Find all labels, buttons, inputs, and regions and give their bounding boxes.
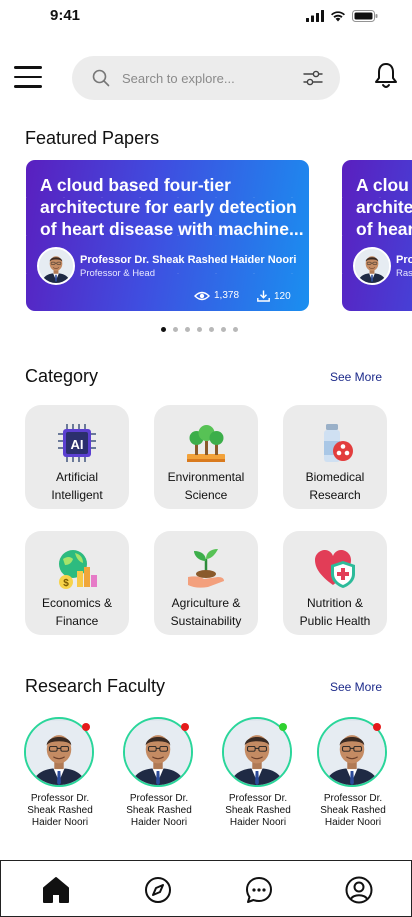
downloads-stat: 120 [257, 290, 291, 302]
faculty-member[interactable]: Professor Dr. Sheak Rashed Haider Noori [222, 717, 294, 829]
status-icons [306, 10, 378, 22]
author-avatar [353, 247, 391, 285]
eye-icon [194, 291, 210, 300]
pagination-dot[interactable] [221, 327, 226, 332]
paper-author-role: Professor & Head [80, 268, 155, 279]
category-economics-finance[interactable]: $ Economics & Finance [25, 531, 129, 635]
author-avatar [37, 247, 75, 285]
pagination-dot[interactable] [197, 327, 202, 332]
category-label: Agriculture & Sustainability [170, 596, 242, 628]
faculty-name: Professor Dr. Sheak Rashed Haider Noori [27, 793, 93, 828]
pagination-dot[interactable] [209, 327, 214, 332]
filter-icon[interactable] [302, 68, 324, 88]
faculty-member[interactable]: Professor Dr. Sheak Rashed Haider Noori [123, 717, 195, 829]
status-indicator [82, 723, 90, 731]
status-indicator [373, 723, 381, 731]
faculty-name: Professor Dr. Sheak Rashed Haider Noori [225, 793, 291, 828]
research-faculty-title: Research Faculty [25, 676, 166, 696]
category-label: Artificial Intelligent [51, 470, 103, 502]
category-label: Nutrition & Public Health [299, 596, 371, 628]
bottom-navigation [0, 860, 412, 917]
views-count: 1,378 [214, 290, 240, 301]
battery-icon [352, 10, 378, 22]
trees-icon [187, 425, 225, 462]
faculty-see-more-link[interactable]: See More [330, 680, 382, 694]
views-stat: 1,378 [194, 290, 239, 301]
download-icon [257, 290, 270, 302]
paper-author: Prof [396, 254, 412, 266]
header [0, 56, 412, 100]
status-bar: 9:41 [0, 0, 412, 34]
menu-icon [14, 66, 42, 69]
wifi-icon [331, 11, 345, 22]
biomedical-bottle-icon [324, 424, 353, 462]
category-label: Biomedical Research [305, 470, 365, 502]
svg-text:AI: AI [71, 437, 84, 452]
search-icon [92, 69, 110, 87]
downloads-count: 120 [274, 290, 291, 302]
status-time: 9:41 [50, 7, 81, 24]
category-biomedical-research[interactable]: Biomedical Research [283, 405, 387, 509]
svg-text:$: $ [63, 578, 69, 589]
category-environmental-science[interactable]: Environmental Science [154, 405, 258, 509]
category-label: Economics & Finance [41, 596, 113, 628]
notification-bell-icon[interactable] [374, 62, 398, 90]
category-artificial-intelligent[interactable]: AI Artificial Intelligent [25, 405, 129, 509]
faculty-member[interactable]: Professor Dr. Sheak Rashed Haider Noori [317, 717, 389, 829]
featured-carousel[interactable]: A cloud based four-tier architecture for… [26, 160, 412, 311]
faculty-member[interactable]: Professor Dr. Sheak Rashed Haider Noori [24, 717, 96, 829]
chat-icon[interactable] [244, 875, 274, 905]
carousel-pagination [161, 327, 238, 332]
pagination-dot[interactable] [185, 327, 190, 332]
featured-paper-card[interactable]: A cloud based four-tier architecture for… [26, 160, 309, 311]
search-bar[interactable] [72, 56, 340, 100]
category-see-more-link[interactable]: See More [330, 370, 382, 384]
status-indicator [279, 723, 287, 731]
profile-icon[interactable] [344, 875, 374, 905]
pagination-dot[interactable] [233, 327, 238, 332]
search-input[interactable] [122, 67, 292, 89]
globe-money-icon: $ [59, 550, 97, 589]
paper-author: Professor Dr. Sheak Rashed Haider Noori [80, 254, 297, 266]
plant-hand-icon [188, 549, 224, 588]
featured-papers-title: Featured Papers [25, 128, 160, 148]
compass-icon[interactable] [143, 875, 173, 905]
home-icon[interactable] [41, 875, 71, 905]
heart-shield-icon [315, 550, 355, 588]
pagination-dot[interactable] [173, 327, 178, 332]
category-label: Environmental Science [167, 470, 245, 502]
status-indicator [181, 723, 189, 731]
ai-chip-icon: AI [58, 424, 96, 462]
faculty-name: Professor Dr. Sheak Rashed Haider Noori [126, 793, 192, 828]
category-title: Category [25, 366, 99, 386]
category-nutrition-public-health[interactable]: Nutrition & Public Health [283, 531, 387, 635]
menu-button[interactable] [14, 66, 42, 88]
faculty-name: Professor Dr. Sheak Rashed Haider Noori [320, 793, 386, 828]
category-agriculture-sustainability[interactable]: Agriculture & Sustainability [154, 531, 258, 635]
pagination-dot[interactable] [161, 327, 166, 332]
signal-icon [306, 10, 324, 22]
paper-title: A cloud based four-tier architecture for… [40, 175, 304, 239]
paper-title: A clou archite of hear [356, 175, 412, 239]
featured-paper-card-next[interactable]: A clou archite of hear Prof Ras [342, 160, 412, 311]
paper-author-role: Ras [396, 268, 412, 279]
